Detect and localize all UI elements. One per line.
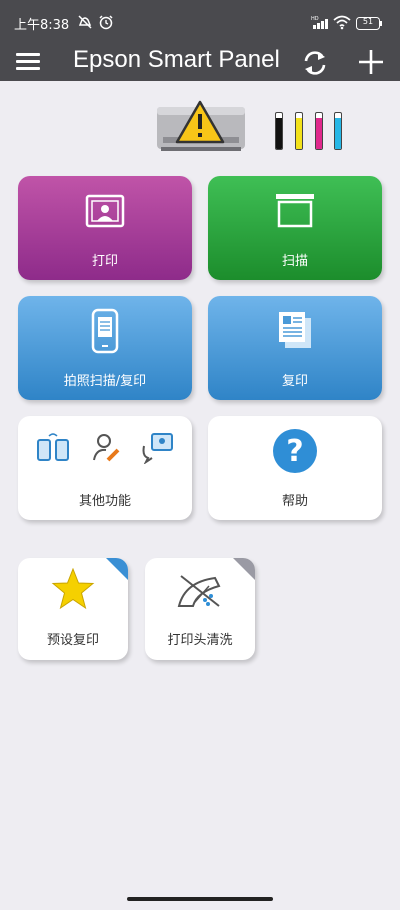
battery-level: 51 bbox=[362, 17, 374, 26]
ink-cyan bbox=[334, 112, 342, 150]
svg-text:HD: HD bbox=[311, 16, 319, 22]
menu-button[interactable] bbox=[14, 48, 44, 76]
refresh-button[interactable] bbox=[300, 48, 330, 78]
preset-copy-tile[interactable]: 预设复印 bbox=[18, 558, 128, 660]
chat-image-icon bbox=[142, 433, 173, 464]
other-functions-label: 其他功能 bbox=[78, 494, 131, 509]
mute-icon bbox=[77, 14, 93, 34]
nozzle-icon bbox=[177, 575, 221, 607]
ink-black-level bbox=[276, 118, 282, 149]
scanner-icon bbox=[276, 194, 314, 228]
warning-icon bbox=[175, 100, 225, 144]
ink-black bbox=[275, 112, 283, 150]
head-cleaning-label: 打印头清洗 bbox=[167, 633, 233, 648]
ink-yellow bbox=[295, 112, 303, 150]
ink-cyan-level bbox=[335, 118, 341, 149]
app-bar: Epson Smart Panel bbox=[0, 44, 400, 81]
signal-icon: HD bbox=[311, 14, 331, 34]
question-icon: ? bbox=[273, 429, 317, 473]
user-edit-icon bbox=[93, 434, 120, 462]
scan-tile[interactable]: 扫描 bbox=[208, 176, 382, 280]
print-tile[interactable]: 打印 bbox=[18, 176, 192, 280]
refresh-icon bbox=[304, 51, 326, 75]
app-title: Epson Smart Panel bbox=[73, 46, 280, 73]
svg-text:?: ? bbox=[286, 434, 303, 469]
ink-yellow-level bbox=[296, 118, 302, 149]
status-time: 上午8:38 bbox=[14, 18, 70, 33]
status-bar: 上午8:38 HD 51 bbox=[0, 0, 400, 44]
copy-icon bbox=[279, 312, 311, 348]
corner-marker bbox=[106, 558, 128, 580]
add-printer-button[interactable] bbox=[356, 47, 386, 77]
ink-magenta bbox=[315, 112, 323, 150]
help-label: 帮助 bbox=[281, 494, 308, 509]
ink-magenta-level bbox=[316, 118, 322, 149]
photo-scan-copy-tile[interactable]: 拍照扫描/复印 bbox=[18, 296, 192, 400]
preset-copy-label: 预设复印 bbox=[46, 633, 99, 648]
alarm-icon bbox=[98, 14, 114, 34]
wifi-icon bbox=[333, 14, 351, 34]
home-indicator[interactable] bbox=[127, 897, 273, 901]
scan-label: 扫描 bbox=[281, 254, 308, 269]
phone-document-icon bbox=[91, 308, 119, 354]
copy-tile[interactable]: 复印 bbox=[208, 296, 382, 400]
photo-icon bbox=[85, 194, 125, 228]
help-tile[interactable]: ? 帮助 bbox=[208, 416, 382, 520]
head-cleaning-tile[interactable]: 打印头清洗 bbox=[145, 558, 255, 660]
add-icon bbox=[359, 50, 383, 74]
copy-label: 复印 bbox=[281, 374, 308, 389]
star-icon bbox=[51, 568, 95, 610]
printer-status[interactable] bbox=[155, 99, 247, 153]
other-functions-tile[interactable]: 其他功能 bbox=[18, 416, 192, 520]
print-label: 打印 bbox=[91, 254, 118, 269]
devices-icon bbox=[37, 433, 69, 461]
photo-scan-copy-label: 拍照扫描/复印 bbox=[63, 374, 147, 389]
corner-marker bbox=[233, 558, 255, 580]
